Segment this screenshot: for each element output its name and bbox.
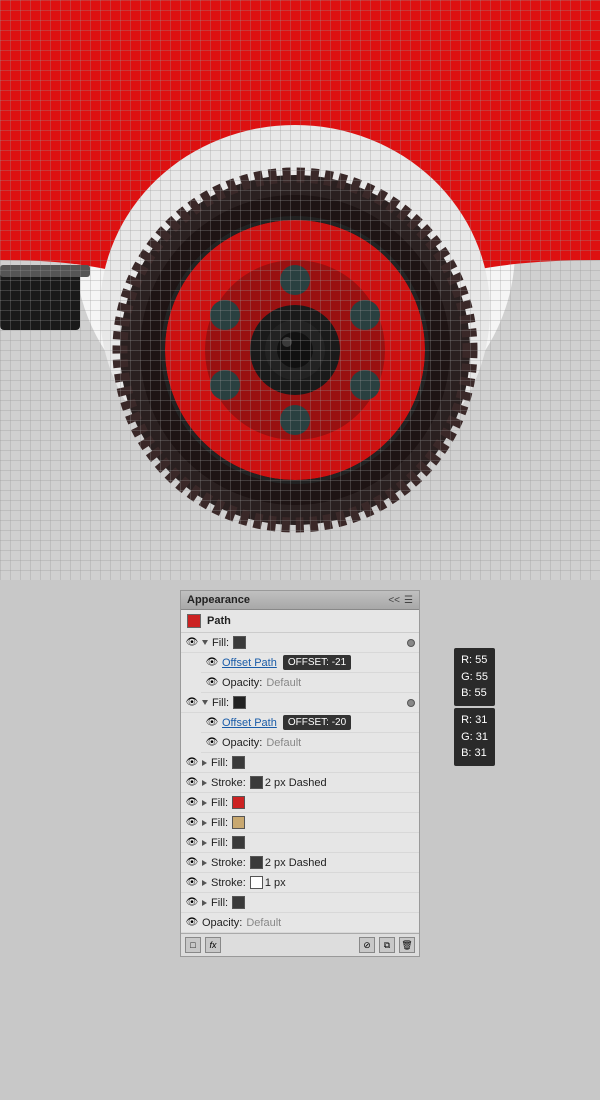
delete-btn[interactable]: 🗑 [399, 937, 415, 953]
panel-menu-icon[interactable]: ☰ [404, 595, 413, 606]
visibility-icon-1[interactable]: 👁 [185, 636, 199, 650]
new-layer-btn[interactable]: □ [185, 937, 201, 953]
row-fill-7: 👁 Fill: [181, 893, 419, 913]
collapse-triangle-s3[interactable] [202, 880, 207, 886]
visibility-icon-2[interactable]: 👁 [185, 696, 199, 710]
panel-toolbar: □ fx ⊘ ⧉ 🗑 [181, 933, 419, 956]
visibility-icon-op-2[interactable]: 👁 [205, 736, 219, 750]
tooltip2-b: B: 31 [461, 745, 488, 762]
fill-swatch-4[interactable] [232, 796, 245, 809]
visibility-icon-3[interactable]: 👁 [185, 756, 199, 770]
fill-swatch-3[interactable] [232, 756, 245, 769]
visibility-icon-7[interactable]: 👁 [185, 896, 199, 910]
clear-btn[interactable]: ⊘ [359, 937, 375, 953]
path-header: Path [181, 610, 419, 633]
opacity-value-1: Default [266, 677, 301, 689]
row-opacity-3: 👁 Opacity: Default [181, 913, 419, 933]
duplicate-btn[interactable]: ⧉ [379, 937, 395, 953]
visibility-icon-offset-2[interactable]: 👁 [205, 716, 219, 730]
visibility-icon-op-1[interactable]: 👁 [205, 676, 219, 690]
visibility-icon-s1[interactable]: 👁 [185, 776, 199, 790]
opacity-value-3: Default [246, 917, 281, 929]
path-label: Path [207, 615, 231, 627]
expand-triangle-1[interactable] [202, 640, 208, 645]
row-stroke-2: 👁 Stroke: 2 px Dashed [181, 853, 419, 873]
color-tooltip-1: R: 55 G: 55 B: 55 [454, 648, 495, 706]
offset-badge-2: OFFSET: -20 [283, 715, 351, 730]
visibility-icon-s2[interactable]: 👁 [185, 856, 199, 870]
collapse-triangle-6[interactable] [202, 840, 207, 846]
fill-swatch-2[interactable] [233, 696, 246, 709]
color-tooltip-2: R: 31 G: 31 B: 31 [454, 708, 495, 766]
expand-triangle-2[interactable] [202, 700, 208, 705]
visibility-icon-op-3[interactable]: 👁 [185, 916, 199, 930]
tooltip1-g: G: 55 [461, 669, 488, 686]
opacity-knob-1[interactable] [407, 639, 415, 647]
tooltip1-b: B: 55 [461, 685, 488, 702]
row-fill-4: 👁 Fill: [181, 793, 419, 813]
stroke-swatch-1[interactable] [250, 776, 263, 789]
visibility-icon-6[interactable]: 👁 [185, 836, 199, 850]
visibility-icon-4[interactable]: 👁 [185, 796, 199, 810]
collapse-arrows[interactable]: << [388, 595, 400, 606]
fill-swatch-5[interactable] [232, 816, 245, 829]
appearance-panel: Appearance << ☰ Path 👁 Fill: [180, 590, 420, 957]
stroke-value-2: 2 px Dashed [265, 857, 327, 869]
row-fill-1: 👁 Fill: [181, 633, 419, 653]
tooltip2-r: R: 31 [461, 712, 488, 729]
row-offset-1: 👁 Offset Path OFFSET: -21 [201, 653, 419, 673]
offset-path-label-2[interactable]: Offset Path [222, 717, 277, 729]
opacity-value-2: Default [266, 737, 301, 749]
panel-controls: << ☰ [388, 595, 413, 606]
row-fill-5: 👁 Fill: [181, 813, 419, 833]
stroke-value-1: 2 px Dashed [265, 777, 327, 789]
visibility-icon-s3[interactable]: 👁 [185, 876, 199, 890]
collapse-triangle-5[interactable] [202, 820, 207, 826]
path-color-swatch [187, 614, 201, 628]
row-opacity-1: 👁 Opacity: Default [201, 673, 419, 693]
fill-swatch-7[interactable] [232, 896, 245, 909]
panel-title: Appearance [187, 594, 250, 606]
row-offset-2: 👁 Offset Path OFFSET: -20 [201, 713, 419, 733]
canvas-area [0, 0, 600, 580]
grid-overlay [0, 0, 600, 580]
collapse-triangle-4[interactable] [202, 800, 207, 806]
stroke-swatch-2[interactable] [250, 856, 263, 869]
collapse-triangle-7[interactable] [202, 900, 207, 906]
row-stroke-1: 👁 Stroke: 2 px Dashed [181, 773, 419, 793]
row-opacity-2: 👁 Opacity: Default [201, 733, 419, 753]
row-fill-2: 👁 Fill: [181, 693, 419, 713]
offset-path-label-1[interactable]: Offset Path [222, 657, 277, 669]
fill-swatch-6[interactable] [232, 836, 245, 849]
panel-titlebar: Appearance << ☰ [181, 591, 419, 610]
tooltip2-g: G: 31 [461, 729, 488, 746]
collapse-triangle-3[interactable] [202, 760, 207, 766]
stroke-value-3: 1 px [265, 877, 286, 889]
row-stroke-3: 👁 Stroke: 1 px [181, 873, 419, 893]
visibility-icon-offset-1[interactable]: 👁 [205, 656, 219, 670]
tooltip1-r: R: 55 [461, 652, 488, 669]
fill-swatch-1[interactable] [233, 636, 246, 649]
offset-badge-1: OFFSET: -21 [283, 655, 351, 670]
opacity-knob-2[interactable] [407, 699, 415, 707]
row-fill-3: 👁 Fill: [181, 753, 419, 773]
fx-btn[interactable]: fx [205, 937, 221, 953]
visibility-icon-5[interactable]: 👁 [185, 816, 199, 830]
collapse-triangle-s1[interactable] [202, 780, 207, 786]
bottom-panel: Appearance << ☰ Path 👁 Fill: [0, 580, 600, 1100]
stroke-swatch-3[interactable] [250, 876, 263, 889]
row-fill-6: 👁 Fill: [181, 833, 419, 853]
collapse-triangle-s2[interactable] [202, 860, 207, 866]
appearance-panel-wrapper: Appearance << ☰ Path 👁 Fill: [180, 590, 420, 957]
